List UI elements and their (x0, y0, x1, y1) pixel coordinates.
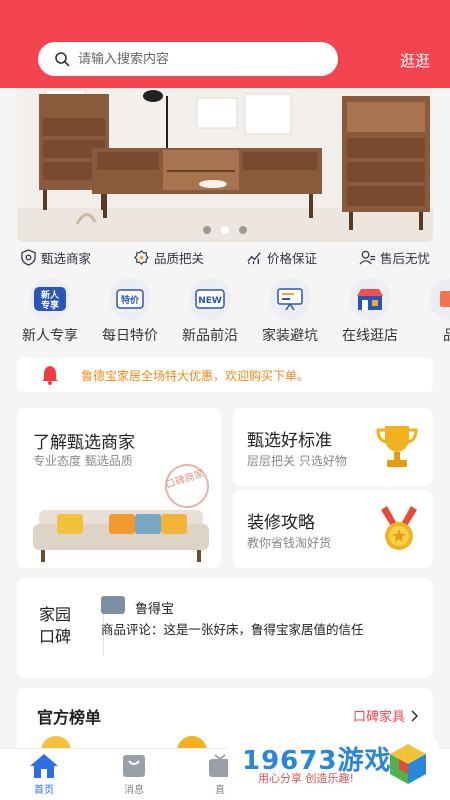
review-username: 鲁得宝 (135, 602, 175, 617)
tab-home[interactable]: 首页 (16, 753, 72, 796)
feature-label: 价格保证 (266, 251, 317, 266)
feature-quality-control: 品质把关 (133, 248, 204, 267)
price-chart-icon (247, 252, 261, 265)
special-price-icon: 特价 (109, 278, 151, 320)
ranking-title: 官方榜单 (37, 708, 102, 727)
service-features: 甄选商家 品质把关 价格保证 售后无忧 (20, 248, 430, 267)
home-icon (30, 754, 58, 778)
feature-price-guarantee: 价格保证 (246, 248, 317, 267)
store-icon (349, 278, 391, 320)
category-label: 在线逛店 (342, 328, 398, 344)
quality-icon (134, 250, 149, 265)
cube-logo-icon (390, 744, 426, 784)
guide-board-icon (269, 278, 311, 320)
category-label: 品 (410, 325, 450, 344)
category-new-products[interactable]: NEW 新品前沿 (170, 278, 250, 344)
category-new-user[interactable]: 新人 专享 新人专享 (10, 278, 90, 344)
browse-link[interactable]: 逛逛 (400, 50, 430, 71)
review-text: 商品评论：这是一张好床，鲁得宝家居值的信任 (101, 622, 364, 637)
carousel-dots (17, 226, 433, 234)
svg-text:特价: 特价 (121, 294, 140, 306)
category-daily-special[interactable]: 特价 每日特价 (90, 278, 170, 344)
banner-furniture-image (17, 88, 433, 242)
feature-selected-merchant: 甄选商家 (20, 248, 91, 267)
category-label: 新人专享 (22, 328, 78, 344)
more-category-icon (429, 278, 450, 320)
feature-label: 甄选商家 (41, 251, 92, 266)
shield-icon (21, 249, 36, 266)
category-label: 新品前沿 (182, 328, 238, 344)
notice-text: 鲁德宝家居全场特大优惠，欢迎购买下单。 (81, 368, 310, 383)
category-label: 每日特价 (102, 328, 158, 344)
feature-label: 售后无忧 (379, 251, 430, 266)
guide-card[interactable]: 装修攻略 教你省钱淘好货 (233, 490, 433, 568)
svg-text:专享: 专享 (41, 299, 59, 311)
avatar (101, 596, 125, 614)
category-label: 家装避坑 (262, 328, 318, 344)
standard-card-title: 甄选好标准 (247, 431, 332, 451)
watermark-slogan: 用心分享 创造乐趣! (258, 772, 354, 785)
service-person-icon (359, 250, 376, 265)
merchant-card-subtitle: 专业态度 甄选品质 (33, 454, 133, 468)
sofa-image (33, 510, 209, 562)
reputation-reviews[interactable]: 家园 口碑 鲁得宝 商品评论：这是一张好床，鲁得宝家居值的信任 (17, 578, 433, 678)
search-bar[interactable] (38, 42, 338, 76)
svg-text:NEW: NEW (198, 296, 222, 306)
guide-card-title: 装修攻略 (247, 513, 315, 533)
message-icon (123, 755, 145, 777)
merchant-card-title: 了解甄选商家 (33, 433, 135, 453)
trophy-icon (376, 426, 418, 467)
guide-card-subtitle: 教你省钱淘好货 (247, 536, 332, 550)
svg-text:新人: 新人 (41, 289, 60, 301)
bell-icon (42, 366, 58, 385)
carousel-dot[interactable] (203, 226, 211, 234)
carousel-dot[interactable] (239, 226, 247, 234)
category-more[interactable]: 品 (410, 278, 450, 344)
search-icon (55, 52, 70, 67)
chevron-right-icon (411, 709, 419, 722)
category-online-store[interactable]: 在线逛店 (330, 278, 410, 344)
ranking-link[interactable]: 口碑家具 (353, 706, 419, 725)
new-product-icon: NEW (189, 278, 231, 320)
feature-label: 品质把关 (153, 251, 204, 266)
watermark-logo: 19673游戏 用心分享 创造乐趣! (228, 738, 438, 792)
new-user-icon: 新人 专享 (29, 278, 71, 320)
standard-card[interactable]: 甄选好标准 层层把关 只选好物 (233, 408, 433, 486)
feature-after-sales: 售后无忧 (359, 248, 430, 267)
carousel-dot-active[interactable] (221, 226, 229, 234)
category-row: 新人专享 新人专享 特价 每日特价 NEW 新品前沿 家装避坑 在线逛店 品 (0, 278, 450, 344)
merchant-card[interactable]: 了解甄选商家 专业态度 甄选品质 口碑商家 (17, 408, 221, 568)
medal-icon (381, 506, 417, 550)
search-input[interactable] (78, 51, 298, 67)
banner-carousel[interactable] (17, 88, 433, 242)
top-header: 逛逛 (0, 0, 450, 88)
notice-bar[interactable]: 鲁德宝家居全场特大优惠，欢迎购买下单。 (17, 358, 433, 392)
standard-card-subtitle: 层层把关 只选好物 (247, 454, 347, 468)
category-decor-pitfalls[interactable]: 家装避坑 (250, 278, 330, 344)
tab-messages[interactable]: 消息 (106, 753, 162, 796)
reviews-section-label: 家园 口碑 (39, 605, 72, 646)
